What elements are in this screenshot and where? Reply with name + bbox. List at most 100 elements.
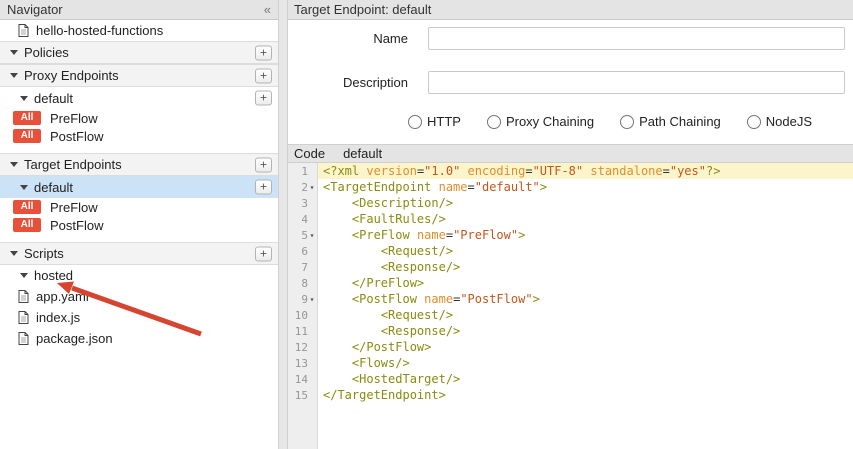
line-number[interactable]: 11 bbox=[288, 323, 317, 339]
radio-path-chaining-input[interactable] bbox=[620, 115, 634, 129]
nav-item-proxy-preflow[interactable]: All PreFlow bbox=[0, 109, 278, 127]
code-line[interactable]: <Request/> bbox=[318, 243, 853, 259]
name-label: Name bbox=[288, 31, 428, 46]
code-line[interactable]: <HostedTarget/> bbox=[318, 371, 853, 387]
nav-item-target-default[interactable]: default + bbox=[0, 176, 278, 198]
code-tabbar: Code default bbox=[288, 144, 853, 163]
add-flow-button[interactable]: + bbox=[255, 91, 272, 106]
add-proxy-endpoint-button[interactable]: + bbox=[255, 68, 272, 83]
code-line[interactable]: <Response/> bbox=[318, 323, 853, 339]
description-label: Description bbox=[288, 75, 428, 90]
collapse-panel-icon[interactable]: « bbox=[264, 2, 271, 17]
line-number[interactable]: 5▾ bbox=[288, 227, 317, 243]
all-badge: All bbox=[13, 200, 41, 214]
fold-arrow-icon[interactable]: ▾ bbox=[308, 295, 316, 304]
chevron-down-icon[interactable] bbox=[20, 185, 28, 190]
radio-http[interactable]: HTTP bbox=[408, 114, 461, 129]
all-badge: All bbox=[13, 129, 41, 143]
chevron-down-icon[interactable] bbox=[10, 251, 18, 256]
detail-panel: Target Endpoint: default Name Descriptio… bbox=[288, 0, 853, 449]
chevron-down-icon[interactable] bbox=[20, 96, 28, 101]
nav-item-file-package-json[interactable]: package.json bbox=[0, 328, 278, 349]
chevron-down-icon[interactable] bbox=[10, 73, 18, 78]
fold-arrow-icon[interactable]: ▾ bbox=[308, 231, 316, 240]
add-target-endpoint-button[interactable]: + bbox=[255, 157, 272, 172]
radio-http-input[interactable] bbox=[408, 115, 422, 129]
radio-label: HTTP bbox=[427, 114, 461, 129]
chevron-down-icon[interactable] bbox=[10, 50, 18, 55]
radio-proxy-chaining-input[interactable] bbox=[487, 115, 501, 129]
line-number[interactable]: 2▾ bbox=[288, 179, 317, 195]
line-number[interactable]: 14 bbox=[288, 371, 317, 387]
name-input[interactable] bbox=[428, 27, 845, 50]
nav-item-label: PostFlow bbox=[50, 129, 103, 144]
nav-item-label: default bbox=[34, 180, 73, 195]
code-line[interactable]: <Flows/> bbox=[318, 355, 853, 371]
add-flow-button[interactable]: + bbox=[255, 180, 272, 195]
nav-item-proxy-root[interactable]: hello-hosted-functions bbox=[0, 20, 278, 41]
line-number[interactable]: 6 bbox=[288, 243, 317, 259]
code-line[interactable]: </PreFlow> bbox=[318, 275, 853, 291]
line-number-gutter[interactable]: 12▾345▾6789▾101112131415 bbox=[288, 163, 318, 449]
add-policy-button[interactable]: + bbox=[255, 45, 272, 60]
nav-section-scripts[interactable]: Scripts + bbox=[0, 242, 278, 265]
description-input[interactable] bbox=[428, 71, 845, 94]
nav-item-target-postflow[interactable]: All PostFlow bbox=[0, 216, 278, 234]
line-number[interactable]: 4 bbox=[288, 211, 317, 227]
line-number[interactable]: 12 bbox=[288, 339, 317, 355]
line-number[interactable]: 9▾ bbox=[288, 291, 317, 307]
radio-nodejs[interactable]: NodeJS bbox=[747, 114, 812, 129]
code-line[interactable]: <Response/> bbox=[318, 259, 853, 275]
nav-item-label: hello-hosted-functions bbox=[36, 23, 163, 38]
radio-path-chaining[interactable]: Path Chaining bbox=[620, 114, 721, 129]
divider bbox=[0, 145, 278, 153]
panel-splitter[interactable] bbox=[278, 0, 288, 449]
nav-item-label: hosted bbox=[34, 268, 73, 283]
detail-header-title: Target Endpoint: default bbox=[294, 2, 431, 17]
code-editor[interactable]: 12▾345▾6789▾101112131415 <?xml version="… bbox=[288, 163, 853, 449]
code-line[interactable]: <FaultRules/> bbox=[318, 211, 853, 227]
section-label: Target Endpoints bbox=[24, 157, 122, 172]
code-tab-filename[interactable]: default bbox=[343, 146, 382, 161]
radio-label: Proxy Chaining bbox=[506, 114, 594, 129]
code-line[interactable]: <Request/> bbox=[318, 307, 853, 323]
line-number[interactable]: 3 bbox=[288, 195, 317, 211]
nav-item-hosted-folder[interactable]: hosted bbox=[0, 265, 278, 286]
radio-proxy-chaining[interactable]: Proxy Chaining bbox=[487, 114, 594, 129]
navigator-header: Navigator « bbox=[0, 0, 278, 20]
code-line[interactable]: </PostFlow> bbox=[318, 339, 853, 355]
line-number[interactable]: 7 bbox=[288, 259, 317, 275]
nav-item-target-preflow[interactable]: All PreFlow bbox=[0, 198, 278, 216]
radio-label: Path Chaining bbox=[639, 114, 721, 129]
radio-nodejs-input[interactable] bbox=[747, 115, 761, 129]
code-line[interactable]: <Description/> bbox=[318, 195, 853, 211]
code-line[interactable]: <PostFlow name="PostFlow"> bbox=[318, 291, 853, 307]
line-number[interactable]: 15 bbox=[288, 387, 317, 403]
nav-section-target-endpoints[interactable]: Target Endpoints + bbox=[0, 153, 278, 176]
line-number[interactable]: 13 bbox=[288, 355, 317, 371]
all-badge: All bbox=[13, 218, 41, 232]
nav-item-file-app-yaml[interactable]: app.yaml bbox=[0, 286, 278, 307]
radio-label: NodeJS bbox=[766, 114, 812, 129]
nav-section-policies[interactable]: Policies + bbox=[0, 41, 278, 64]
section-label: Proxy Endpoints bbox=[24, 68, 119, 83]
fold-arrow-icon[interactable]: ▾ bbox=[308, 183, 316, 192]
chevron-down-icon[interactable] bbox=[10, 162, 18, 167]
nav-item-file-index-js[interactable]: index.js bbox=[0, 307, 278, 328]
code-line[interactable]: <PreFlow name="PreFlow"> bbox=[318, 227, 853, 243]
code-line[interactable]: <?xml version="1.0" encoding="UTF-8" sta… bbox=[318, 163, 853, 179]
code-line[interactable]: <TargetEndpoint name="default"> bbox=[318, 179, 853, 195]
line-number[interactable]: 1 bbox=[288, 163, 317, 179]
file-icon bbox=[18, 332, 29, 345]
nav-item-proxy-default[interactable]: default + bbox=[0, 87, 278, 109]
nav-section-proxy-endpoints[interactable]: Proxy Endpoints + bbox=[0, 64, 278, 87]
code-content[interactable]: <?xml version="1.0" encoding="UTF-8" sta… bbox=[318, 163, 853, 449]
nav-item-label: PreFlow bbox=[50, 111, 98, 126]
add-script-button[interactable]: + bbox=[255, 246, 272, 261]
chevron-down-icon[interactable] bbox=[20, 273, 28, 278]
line-number[interactable]: 8 bbox=[288, 275, 317, 291]
all-badge: All bbox=[13, 111, 41, 125]
nav-item-proxy-postflow[interactable]: All PostFlow bbox=[0, 127, 278, 145]
code-line[interactable]: </TargetEndpoint> bbox=[318, 387, 853, 403]
line-number[interactable]: 10 bbox=[288, 307, 317, 323]
